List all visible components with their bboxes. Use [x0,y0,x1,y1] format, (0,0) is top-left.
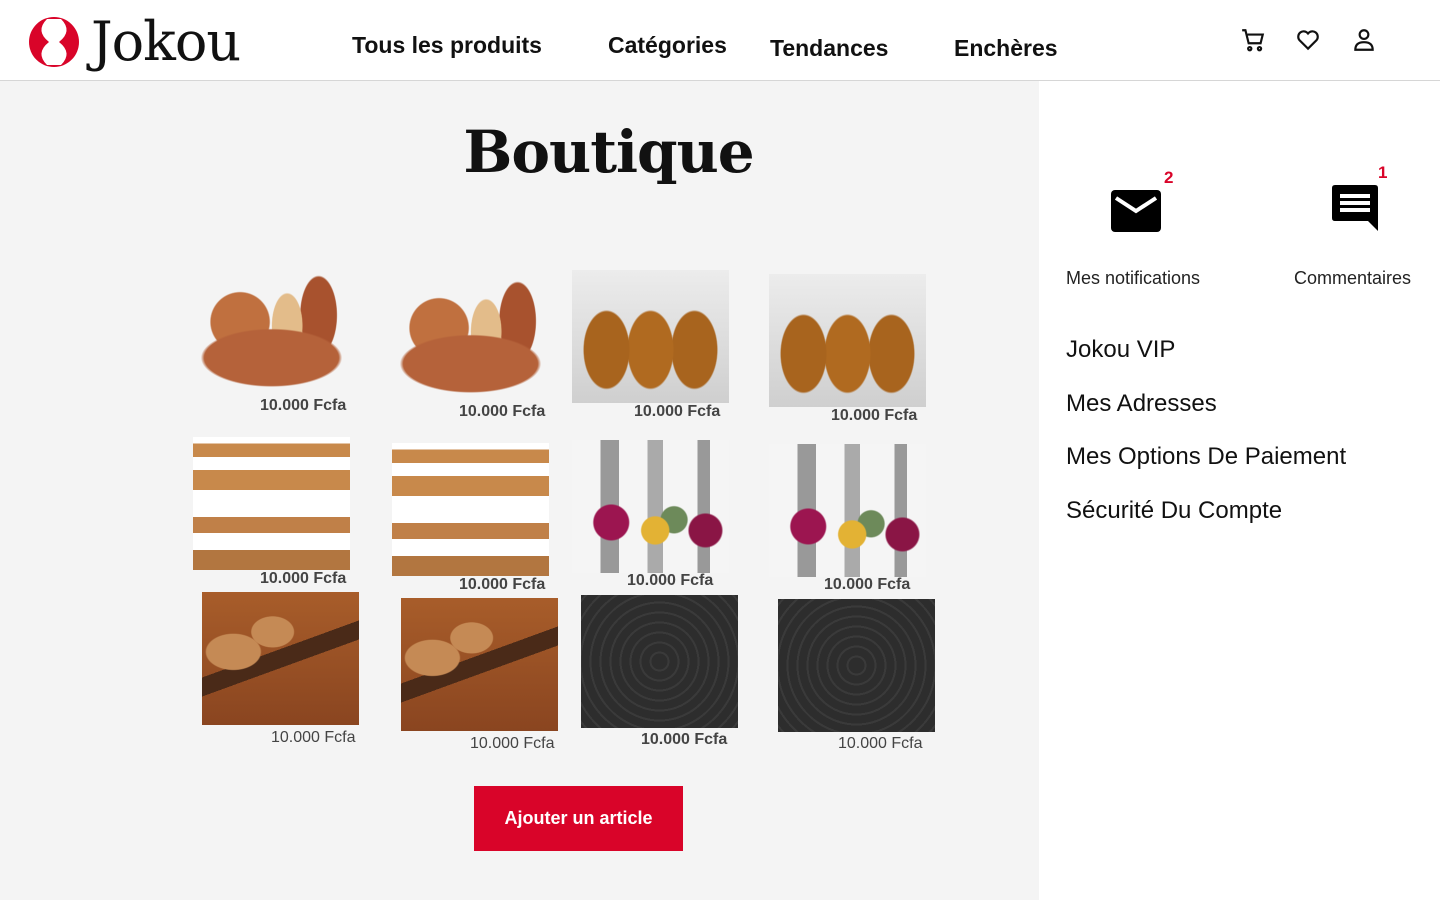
product-image-wooden-stools[interactable] [193,437,350,570]
notifications-badge: 2 [1164,168,1174,187]
comment-icon[interactable] [1330,184,1380,232]
menu-addresses[interactable]: Mes Adresses [1066,390,1217,418]
comments-badge: 1 [1378,163,1388,182]
menu-jokou-vip[interactable]: Jokou VIP [1066,336,1175,364]
notifications-link[interactable]: Mes notifications [1066,268,1200,289]
product-image-painted-vases[interactable] [572,440,729,573]
product-image-painted-vases[interactable] [769,444,926,577]
product-price: 10.000 Fcfa [459,576,546,593]
product-price: 10.000 Fcfa [634,403,721,420]
nav-categories[interactable]: Catégories [608,32,727,59]
user-icon[interactable] [1351,27,1377,53]
product-price: 10.000 Fcfa [260,570,347,587]
add-article-button[interactable]: Ajouter un article [474,786,683,851]
product-image-awale-board[interactable] [778,599,935,732]
menu-account-security[interactable]: Sécurité Du Compte [1066,497,1282,525]
product-image-wooden-bowl-set[interactable] [193,262,350,395]
heart-icon[interactable] [1295,27,1321,53]
product-image-wooden-mortars[interactable] [769,274,926,407]
product-image-wooden-spoons[interactable] [401,598,558,731]
product-price: 10.000 Fcfa [260,397,347,414]
nav-trends[interactable]: Tendances [770,35,888,62]
page-title: Boutique [463,118,754,186]
product-image-wooden-mortars[interactable] [572,270,729,403]
menu-payment-options[interactable]: Mes Options De Paiement [1066,443,1346,471]
product-price: 10.000 Fcfa [831,407,918,424]
product-price: 10.000 Fcfa [824,576,911,593]
product-image-awale-board[interactable] [581,595,738,728]
product-image-wooden-stools[interactable] [392,443,549,576]
logo[interactable]: Jokou [27,10,241,73]
product-price: 10.000 Fcfa [271,729,356,746]
nav-all-products[interactable]: Tous les produits [352,32,542,59]
product-price: 10.000 Fcfa [838,735,923,752]
product-image-wooden-bowl-set[interactable] [392,268,549,401]
nav-auctions[interactable]: Enchères [954,35,1058,62]
product-image-wooden-spoons[interactable] [202,592,359,725]
product-price: 10.000 Fcfa [470,735,555,752]
comments-link[interactable]: Commentaires [1294,268,1411,289]
product-price: 10.000 Fcfa [627,572,714,589]
cart-icon[interactable] [1240,27,1266,53]
header: Jokou Tous les produits Catégories Tenda… [0,0,1440,81]
mail-icon[interactable] [1110,189,1162,233]
logo-text: Jokou [91,10,241,73]
product-price: 10.000 Fcfa [459,403,546,420]
jokou-logo-icon [29,16,79,67]
product-price: 10.000 Fcfa [641,731,728,748]
